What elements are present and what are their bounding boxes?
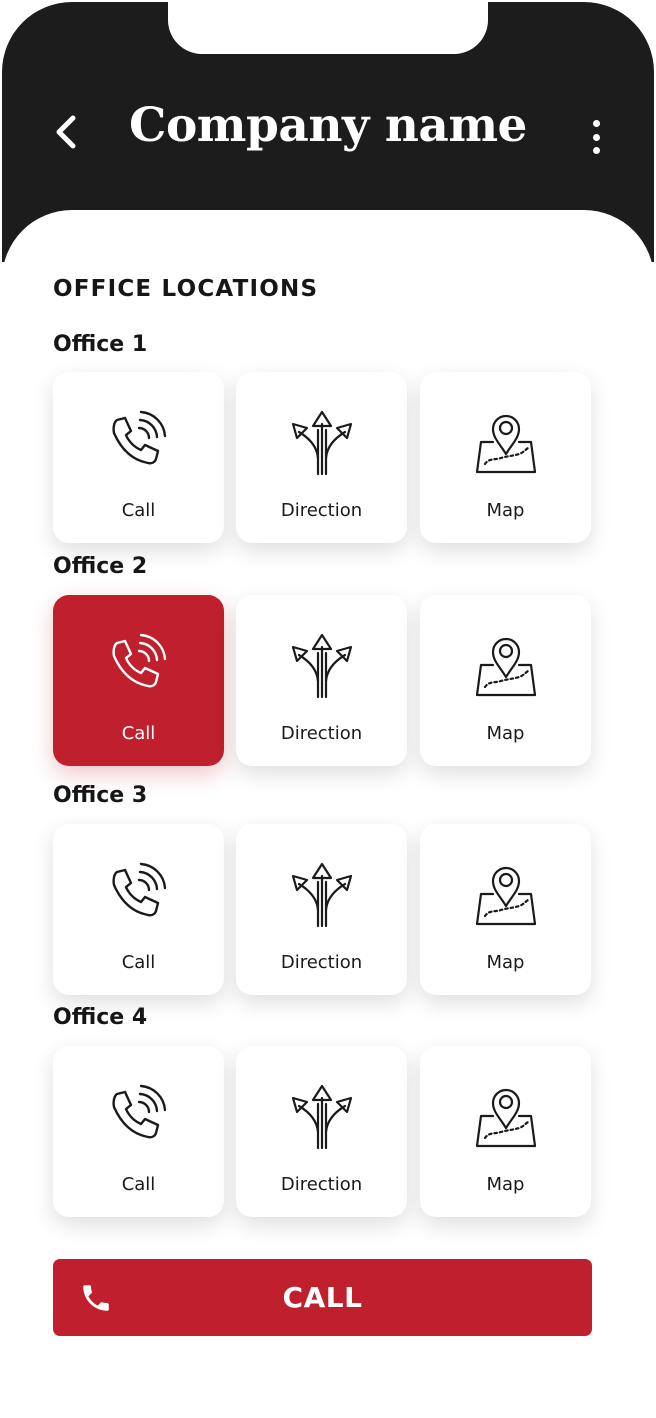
direction-arrows-icon [287, 860, 357, 930]
direction-arrows-icon [287, 631, 357, 701]
direction-tile-office-3[interactable]: Direction [236, 824, 407, 995]
more-options-button[interactable] [578, 114, 614, 160]
tile-label: Map [486, 723, 525, 744]
call-tile-office-1[interactable]: Call [53, 372, 224, 543]
call-tile-office-2[interactable]: Call [53, 595, 224, 766]
phone-ringing-icon [104, 631, 174, 701]
map-pin-icon [471, 631, 541, 701]
map-pin-icon [471, 860, 541, 930]
office-label: Office 2 [53, 554, 148, 579]
call-button[interactable]: CALL [53, 1259, 592, 1336]
map-pin-icon [471, 1082, 541, 1152]
tile-label: Call [121, 500, 156, 521]
more-vertical-icon [592, 120, 600, 127]
tile-label: Call [121, 723, 156, 744]
phone-screen: Company name OFFICE LOCATIONS Office 1 Ca… [2, 2, 654, 1416]
direction-tile-office-4[interactable]: Direction [236, 1046, 407, 1217]
phone-ringing-icon [104, 408, 174, 478]
tile-label: Call [121, 1174, 156, 1195]
tile-label: Call [121, 952, 156, 973]
tile-label: Direction [280, 952, 363, 973]
office-label: Office 3 [53, 783, 148, 808]
map-tile-office-3[interactable]: Map [420, 824, 591, 995]
tile-label: Direction [280, 723, 363, 744]
tile-label: Direction [280, 1174, 363, 1195]
map-tile-office-1[interactable]: Map [420, 372, 591, 543]
tile-label: Direction [280, 500, 363, 521]
map-tile-office-4[interactable]: Map [420, 1046, 591, 1217]
tile-label: Map [486, 500, 525, 521]
phone-ringing-icon [104, 860, 174, 930]
call-tile-office-4[interactable]: Call [53, 1046, 224, 1217]
section-title: OFFICE LOCATIONS [53, 276, 319, 302]
office-label: Office 1 [53, 332, 148, 357]
page-title: Company name [129, 98, 527, 153]
map-tile-office-2[interactable]: Map [420, 595, 591, 766]
direction-arrows-icon [287, 1082, 357, 1152]
direction-arrows-icon [287, 408, 357, 478]
direction-tile-office-2[interactable]: Direction [236, 595, 407, 766]
tile-label: Map [486, 1174, 525, 1195]
main-content: OFFICE LOCATIONS Office 1 Call Direction Ma… [2, 210, 654, 1416]
map-pin-icon [471, 408, 541, 478]
call-button-label: CALL [282, 1281, 363, 1314]
office-label: Office 4 [53, 1005, 148, 1030]
tile-label: Map [486, 952, 525, 973]
direction-tile-office-1[interactable]: Direction [236, 372, 407, 543]
device-notch [168, 2, 488, 54]
phone-ringing-icon [104, 1082, 174, 1152]
call-tile-office-3[interactable]: Call [53, 824, 224, 995]
